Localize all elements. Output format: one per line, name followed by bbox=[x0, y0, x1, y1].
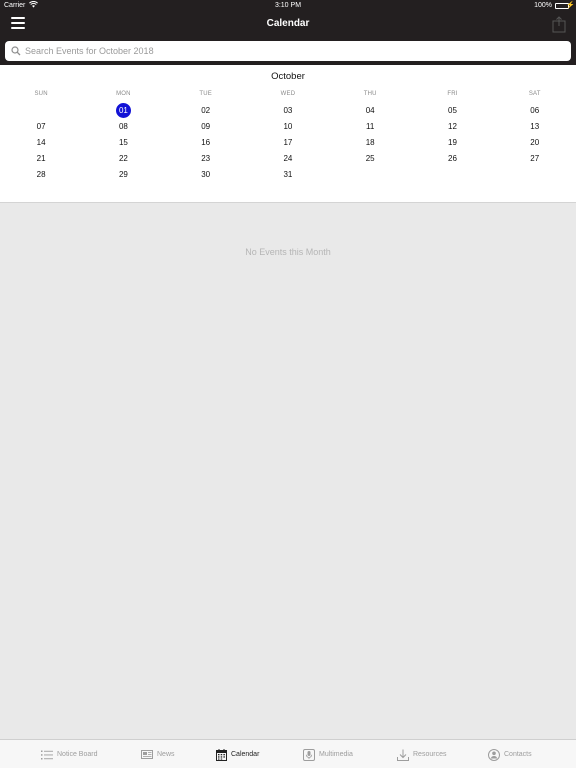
tab-contacts[interactable]: Contacts bbox=[488, 740, 532, 768]
calendar-day[interactable]: 12 bbox=[411, 118, 493, 134]
battery-percent: 100% bbox=[534, 2, 552, 9]
calendar-day[interactable]: 31 bbox=[247, 166, 329, 182]
calendar-day bbox=[0, 102, 82, 118]
download-icon bbox=[397, 749, 409, 761]
search-icon bbox=[11, 46, 21, 56]
share-icon[interactable] bbox=[552, 16, 566, 33]
calendar-day[interactable]: 20 bbox=[494, 134, 576, 150]
list-icon bbox=[41, 749, 53, 761]
calendar-day[interactable]: 14 bbox=[0, 134, 82, 150]
calendar-day[interactable]: 24 bbox=[247, 150, 329, 166]
calendar-day[interactable]: 17 bbox=[247, 134, 329, 150]
calendar-day[interactable]: 29 bbox=[82, 166, 164, 182]
calendar-day[interactable]: 07 bbox=[0, 118, 82, 134]
no-events-message: No Events this Month bbox=[245, 247, 331, 257]
weekday-label: FRI bbox=[447, 91, 458, 97]
calendar-day[interactable]: 04 bbox=[329, 102, 411, 118]
calendar-day[interactable]: 23 bbox=[165, 150, 247, 166]
nav-bar: Calendar bbox=[0, 12, 576, 38]
status-time: 3:10 PM bbox=[274, 2, 302, 9]
weekday-header: SUN MON TUE WED THU FRI SAT bbox=[0, 91, 576, 101]
tab-calendar[interactable]: Calendar bbox=[215, 740, 259, 768]
page-title: Calendar bbox=[266, 18, 310, 29]
calendar-day[interactable]: 13 bbox=[494, 118, 576, 134]
calendar-day[interactable]: 02 bbox=[165, 102, 247, 118]
calendar-day[interactable]: 16 bbox=[165, 134, 247, 150]
weekday-label: SAT bbox=[528, 91, 541, 97]
calendar-day[interactable]: 15 bbox=[82, 134, 164, 150]
weekday-label: SUN bbox=[34, 91, 48, 97]
tab-label: Resources bbox=[413, 751, 447, 758]
calendar-icon bbox=[215, 748, 227, 761]
newspaper-icon bbox=[141, 749, 153, 761]
calendar-week: 07 08 09 10 11 12 13 bbox=[0, 118, 576, 134]
calendar-day[interactable]: 26 bbox=[411, 150, 493, 166]
calendar-day[interactable]: 30 bbox=[165, 166, 247, 182]
calendar-day[interactable]: 21 bbox=[0, 150, 82, 166]
calendar-day[interactable]: 27 bbox=[494, 150, 576, 166]
search-input[interactable] bbox=[25, 41, 565, 61]
search-bar bbox=[0, 38, 576, 65]
calendar-grid: 01 02 03 04 05 06 07 08 09 10 11 12 13 1… bbox=[0, 102, 576, 182]
tab-label: Multimedia bbox=[319, 751, 353, 758]
calendar-day[interactable]: 01 bbox=[82, 102, 164, 118]
month-calendar: October SUN MON TUE WED THU FRI SAT 01 0… bbox=[0, 65, 576, 203]
tab-notice-board[interactable]: Notice Board bbox=[41, 740, 97, 768]
contact-icon bbox=[488, 748, 500, 761]
tab-label: Contacts bbox=[504, 751, 532, 758]
calendar-day bbox=[411, 166, 493, 182]
calendar-day[interactable]: 19 bbox=[411, 134, 493, 150]
tab-news[interactable]: News bbox=[141, 740, 175, 768]
tab-multimedia[interactable]: Multimedia bbox=[303, 740, 353, 768]
calendar-day[interactable]: 05 bbox=[411, 102, 493, 118]
calendar-day[interactable]: 25 bbox=[329, 150, 411, 166]
calendar-day[interactable]: 28 bbox=[0, 166, 82, 182]
weekday-label: MON bbox=[116, 91, 131, 97]
calendar-week: 21 22 23 24 25 26 27 bbox=[0, 150, 576, 166]
weekday-label: THU bbox=[363, 91, 377, 97]
weekday-label: TUE bbox=[199, 91, 212, 97]
calendar-week: 14 15 16 17 18 19 20 bbox=[0, 134, 576, 150]
tab-label: Calendar bbox=[231, 751, 260, 758]
calendar-day bbox=[329, 166, 411, 182]
tab-label: News bbox=[157, 751, 175, 758]
calendar-day[interactable]: 03 bbox=[247, 102, 329, 118]
tab-resources[interactable]: Resources bbox=[397, 740, 446, 768]
calendar-day[interactable]: 08 bbox=[82, 118, 164, 134]
tab-label: Notice Board bbox=[57, 751, 98, 758]
microphone-icon bbox=[303, 748, 315, 761]
tab-bar: Notice Board News Calendar Multimedia Re… bbox=[0, 739, 576, 768]
calendar-day bbox=[494, 166, 576, 182]
calendar-day[interactable]: 09 bbox=[165, 118, 247, 134]
charging-icon: ⚡ bbox=[566, 2, 575, 9]
calendar-day[interactable]: 10 bbox=[247, 118, 329, 134]
calendar-day[interactable]: 11 bbox=[329, 118, 411, 134]
status-bar: Carrier 3:10 PM 100% ⚡ bbox=[0, 0, 576, 12]
calendar-week: 01 02 03 04 05 06 bbox=[0, 102, 576, 118]
calendar-day[interactable]: 22 bbox=[82, 150, 164, 166]
month-title: October bbox=[271, 71, 305, 82]
weekday-label: WED bbox=[280, 91, 296, 97]
search-field-container bbox=[5, 41, 571, 61]
calendar-day[interactable]: 18 bbox=[329, 134, 411, 150]
calendar-day[interactable]: 06 bbox=[494, 102, 576, 118]
calendar-week: 28 29 30 31 bbox=[0, 166, 576, 182]
hamburger-menu-icon[interactable] bbox=[11, 17, 25, 30]
